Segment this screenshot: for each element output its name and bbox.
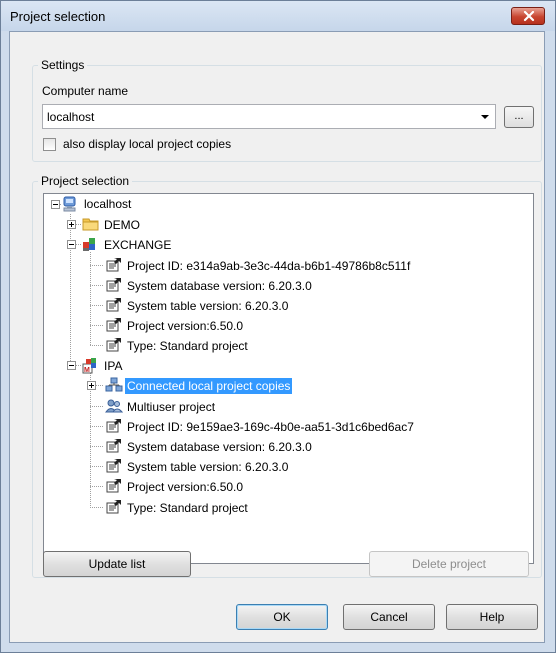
- ipa-collapse-toggle[interactable]: [67, 361, 76, 370]
- properties-icon: [106, 479, 121, 493]
- exchange-collapse-toggle[interactable]: [67, 240, 76, 249]
- tree-node-label: Project version:6.50.0: [127, 480, 244, 494]
- tree-node-label: Type: Standard project: [127, 501, 248, 515]
- tree-node-label: Project version:6.50.0: [127, 319, 244, 333]
- title-bar[interactable]: Project selection: [1, 1, 555, 31]
- tree-node-label: Project ID: e314a9ab-3e3c-44da-b6b1-4978…: [127, 259, 411, 273]
- project-selection-legend: Project selection: [41, 174, 130, 188]
- ok-button[interactable]: OK: [236, 604, 328, 630]
- tree-node-label: DEMO: [104, 218, 140, 232]
- cancel-button[interactable]: Cancel: [343, 604, 435, 630]
- update-list-button[interactable]: Update list: [43, 551, 191, 577]
- help-button[interactable]: Help: [446, 604, 538, 630]
- computer-name-value: localhost: [47, 110, 95, 124]
- tree-node-label: Connected local project copies: [125, 378, 293, 394]
- tree-node-label: Multiuser project: [127, 400, 216, 414]
- demo-expand-toggle[interactable]: [67, 220, 76, 229]
- properties-icon: [106, 439, 121, 453]
- tree-node-label: Project ID: 9e159ae3-169c-4b0e-aa51-3d1c…: [127, 420, 414, 434]
- server-icon: [63, 196, 76, 212]
- users-icon: [105, 399, 123, 413]
- window-title: Project selection: [10, 9, 106, 24]
- properties-icon: [106, 500, 121, 514]
- tree-node-label: System database version: 6.20.3.0: [127, 279, 312, 293]
- properties-icon: [106, 419, 121, 433]
- tree-node-label: Type: Standard project: [127, 339, 248, 353]
- root-collapse-toggle[interactable]: [51, 200, 60, 209]
- tree-node-label: EXCHANGE: [104, 238, 172, 252]
- tree-node-label: System database version: 6.20.3.0: [127, 440, 312, 454]
- close-button[interactable]: [511, 7, 545, 25]
- properties-icon: [106, 258, 121, 272]
- delete-project-button[interactable]: Delete project: [369, 551, 529, 577]
- properties-icon: [106, 318, 121, 332]
- local-copies-expand-toggle[interactable]: [87, 381, 96, 390]
- project-icon: [83, 238, 95, 251]
- close-icon: [523, 11, 535, 22]
- chevron-down-icon: [481, 115, 489, 119]
- tree-node-label: System table version: 6.20.3.0: [127, 299, 289, 313]
- computer-name-label: Computer name: [42, 84, 129, 98]
- computer-name-combobox[interactable]: localhost: [42, 104, 496, 129]
- multiuser-project-icon: M: [82, 358, 96, 374]
- tree-node-label: localhost: [84, 197, 132, 211]
- network-copies-icon: [105, 377, 123, 392]
- tree-node-label: IPA: [104, 359, 123, 373]
- properties-icon: [106, 298, 121, 312]
- project-tree[interactable]: localhost DEMO EXCHANGE Project ID: e314…: [43, 193, 534, 564]
- svg-text:M: M: [84, 367, 90, 374]
- local-copies-checkbox[interactable]: [43, 138, 56, 151]
- properties-icon: [106, 338, 121, 352]
- folder-icon: [82, 218, 99, 231]
- browse-button[interactable]: ...: [504, 106, 534, 128]
- local-copies-checkbox-label[interactable]: also display local project copies: [63, 137, 231, 151]
- tree-node-label: System table version: 6.20.3.0: [127, 460, 289, 474]
- properties-icon: [106, 278, 121, 292]
- project-selection-dialog: Project selection Settings Computer name…: [0, 0, 556, 653]
- properties-icon: [106, 459, 121, 473]
- dialog-client-area: Settings Computer name localhost ... als…: [9, 31, 545, 643]
- settings-legend: Settings: [41, 58, 85, 72]
